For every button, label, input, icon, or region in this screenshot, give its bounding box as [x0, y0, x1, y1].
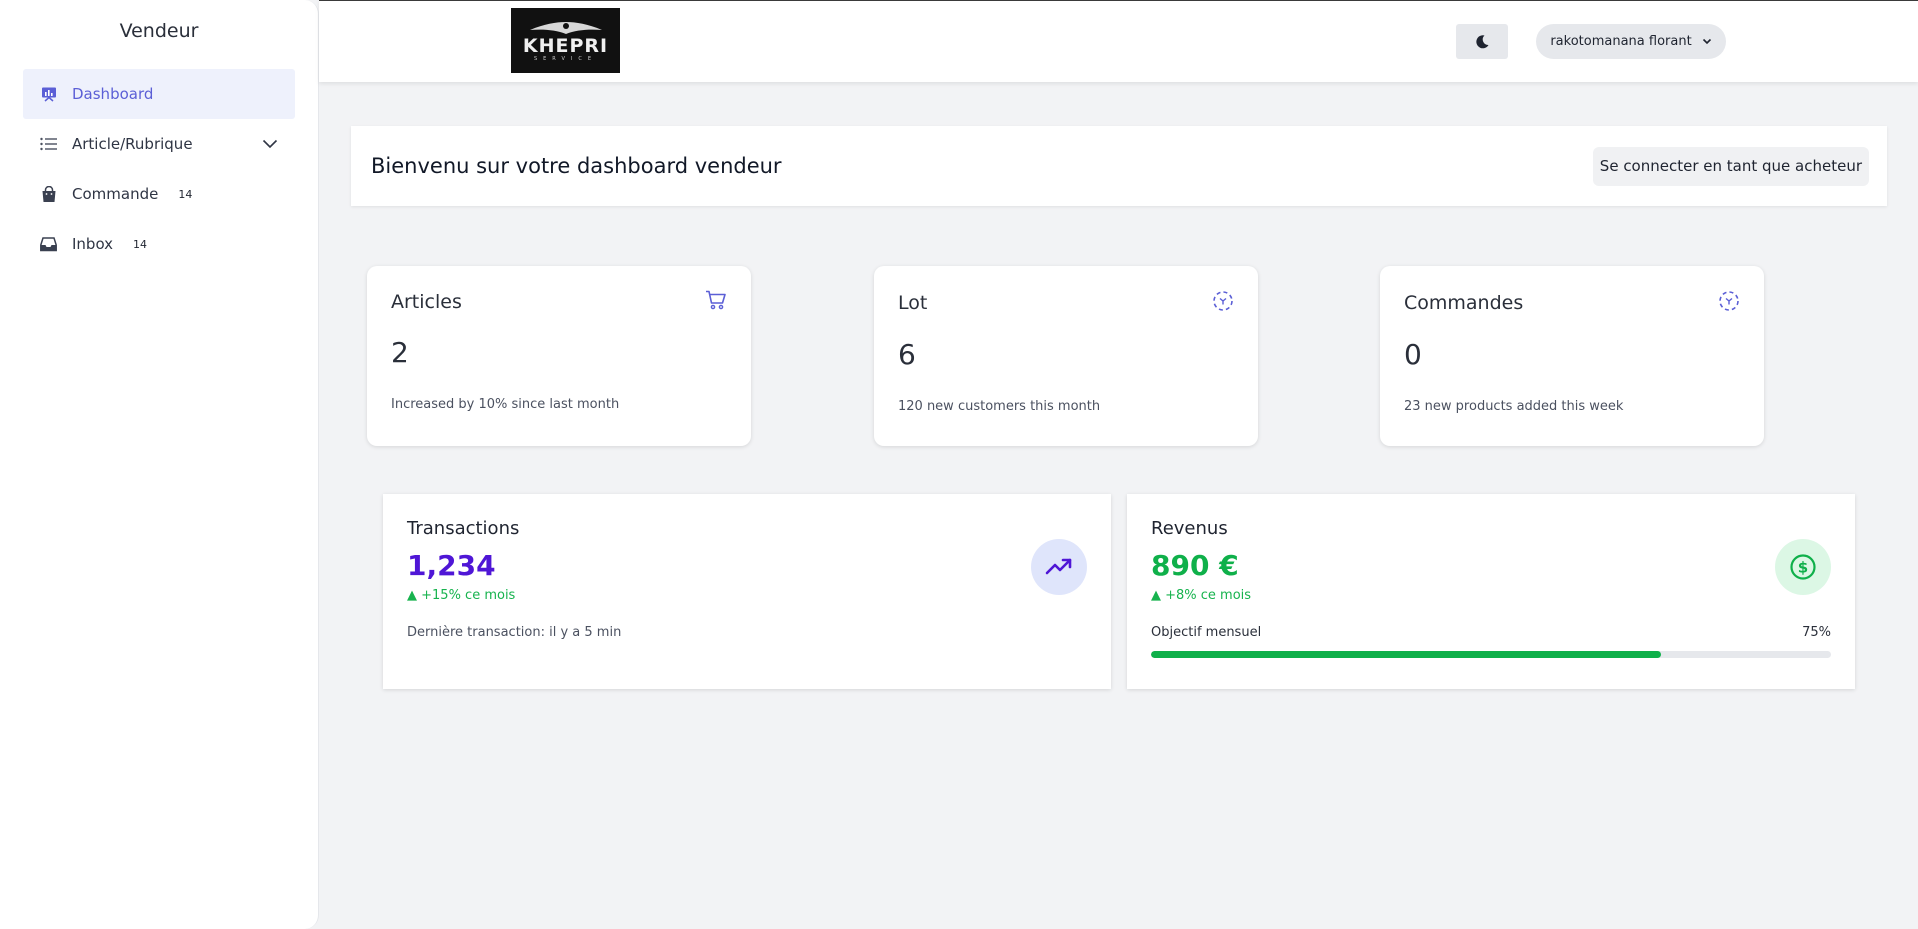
sidebar-item-inbox[interactable]: Inbox 14 [23, 219, 295, 269]
stat-card-lot: Lot 6 120 new customers this month [874, 266, 1258, 446]
sidebar-item-commande[interactable]: Commande 14 [23, 169, 295, 219]
sidebar-item-label: Commande [72, 185, 159, 203]
transactions-value: 1,234 [407, 549, 496, 582]
scarab-wings-icon [529, 21, 602, 34]
objective-label: Objectif mensuel [1151, 625, 1262, 640]
theme-toggle-button[interactable] [1456, 24, 1508, 59]
commande-count-badge: 14 [178, 187, 193, 201]
stat-label: Lot [898, 292, 928, 314]
stat-value: 6 [898, 338, 916, 371]
dashed-circle-icon [1212, 290, 1234, 316]
revenus-card: Revenus 890 € ▲ +8% ce mois Objectif men… [1127, 494, 1855, 689]
chart-presentation-icon [40, 86, 57, 103]
sidebar-item-label: Inbox [72, 235, 114, 253]
khepri-logo[interactable]: KHEPRI SERVICE [511, 8, 620, 73]
shopping-cart-icon [705, 290, 727, 314]
dollar-circle-icon: $ [1775, 539, 1831, 595]
chevron-down-icon [1702, 34, 1712, 49]
stat-value: 0 [1404, 338, 1422, 371]
sidebar-item-label: Article/Rubrique [72, 135, 193, 153]
dashed-circle-icon [1718, 290, 1740, 316]
sidebar: Vendeur Dashboard Article/Rubrique Comma… [0, 0, 319, 929]
sidebar-nav: Dashboard Article/Rubrique Commande 14 I… [0, 69, 318, 269]
switch-to-buyer-button[interactable]: Se connecter en tant que acheteur [1592, 146, 1869, 186]
transactions-card: Transactions 1,234 ▲ +15% ce mois Derniè… [383, 494, 1111, 689]
welcome-bar: Bienvenu sur votre dashboard vendeur Se … [351, 126, 1887, 206]
stat-label: Commandes [1404, 292, 1524, 314]
svg-text:$: $ [1798, 559, 1808, 577]
logo-text: KHEPRI [522, 34, 609, 57]
stat-card-articles: Articles 2 Increased by 10% since last m… [367, 266, 751, 446]
objective-percent: 75% [1802, 625, 1831, 640]
transactions-change: ▲ +15% ce mois [407, 588, 516, 603]
chevron-down-icon[interactable] [262, 135, 278, 153]
user-name: rakotomanana florant [1550, 34, 1692, 49]
revenus-label: Revenus [1151, 518, 1228, 539]
stat-note: 23 new products added this week [1404, 399, 1624, 414]
logo-subtext: SERVICE [533, 55, 598, 62]
sidebar-item-article-rubrique[interactable]: Article/Rubrique [23, 119, 295, 169]
stat-value: 2 [391, 336, 409, 369]
stat-note: Increased by 10% since last month [391, 397, 620, 412]
moon-icon [1476, 34, 1489, 48]
stat-note: 120 new customers this month [898, 399, 1101, 414]
revenus-change: ▲ +8% ce mois [1151, 588, 1252, 603]
user-menu-button[interactable]: rakotomanana florant [1536, 24, 1726, 59]
trending-up-icon [1031, 539, 1087, 595]
stat-card-commandes: Commandes 0 23 new products added this w… [1380, 266, 1764, 446]
shopping-bag-icon [40, 185, 57, 203]
sidebar-title: Vendeur [119, 20, 199, 42]
sidebar-item-dashboard[interactable]: Dashboard [23, 69, 295, 119]
inbox-icon [40, 236, 57, 253]
objective-progress-fill [1151, 651, 1661, 658]
stat-label: Articles [391, 291, 462, 313]
sidebar-item-label: Dashboard [72, 85, 154, 103]
transactions-label: Transactions [407, 518, 520, 539]
top-header: KHEPRI SERVICE rakotomanana florant [319, 0, 1918, 82]
revenus-value: 890 € [1151, 549, 1239, 582]
objective-progress-bar [1151, 651, 1831, 658]
transactions-footer: Dernière transaction: il y a 5 min [407, 625, 622, 640]
page-title: Bienvenu sur votre dashboard vendeur [371, 154, 782, 178]
inbox-count-badge: 14 [133, 237, 148, 251]
list-icon [40, 136, 57, 153]
